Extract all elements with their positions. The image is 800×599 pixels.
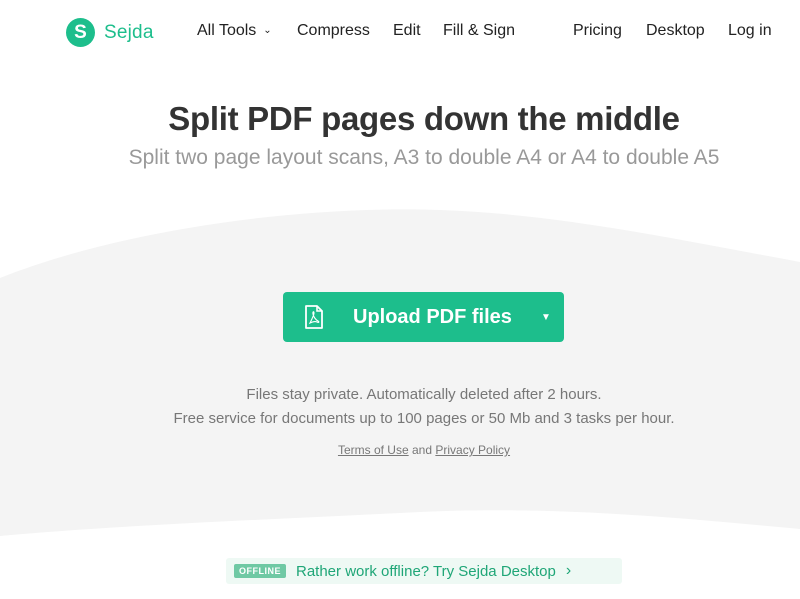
upload-button-label: Upload PDF files (353, 306, 512, 328)
nav-all-tools-label: All Tools (197, 22, 257, 39)
nav-edit[interactable]: Edit (393, 22, 421, 40)
nav-desktop[interactable]: Desktop (646, 22, 705, 40)
chevron-right-icon: › (565, 562, 572, 579)
nav-fill-sign[interactable]: Fill & Sign (443, 22, 515, 40)
logo-text: Sejda (104, 21, 154, 43)
nav-compress[interactable]: Compress (297, 22, 370, 40)
privacy-policy-link[interactable]: Privacy Policy (435, 443, 510, 457)
upload-pdf-button[interactable]: Upload PDF files ▼ (283, 292, 564, 342)
sejda-logo[interactable]: S Sejda (66, 18, 154, 47)
page: S Sejda All Tools ⌄ Compress Edit Fill & … (0, 0, 800, 599)
caret-down-icon[interactable]: ▼ (528, 292, 564, 342)
chevron-down-icon: ⌄ (263, 25, 272, 36)
pdf-file-icon (305, 305, 323, 329)
nav-pricing[interactable]: Pricing (573, 22, 622, 40)
logo-mark-icon: S (66, 18, 95, 47)
limits-info: Free service for documents up to 100 pag… (173, 410, 675, 427)
nav-login[interactable]: Log in (728, 22, 772, 40)
page-subtitle: Split two page layout scans, A3 to doubl… (128, 146, 720, 169)
header: S Sejda All Tools ⌄ Compress Edit Fill & … (0, 0, 800, 64)
legal-and-text: and (411, 443, 433, 457)
offline-desktop-banner[interactable]: OFFLINE Rather work offline? Try Sejda D… (226, 558, 622, 584)
legal-links: Terms of Use and Privacy Policy (0, 443, 800, 457)
nav-all-tools[interactable]: All Tools ⌄ (197, 22, 272, 40)
terms-of-use-link[interactable]: Terms of Use (338, 443, 409, 457)
offline-badge: OFFLINE (234, 564, 286, 578)
offline-banner-text: Rather work offline? Try Sejda Desktop (296, 562, 556, 580)
privacy-info: Files stay private. Automatically delete… (246, 386, 602, 403)
page-title: Split PDF pages down the middle (168, 100, 680, 137)
